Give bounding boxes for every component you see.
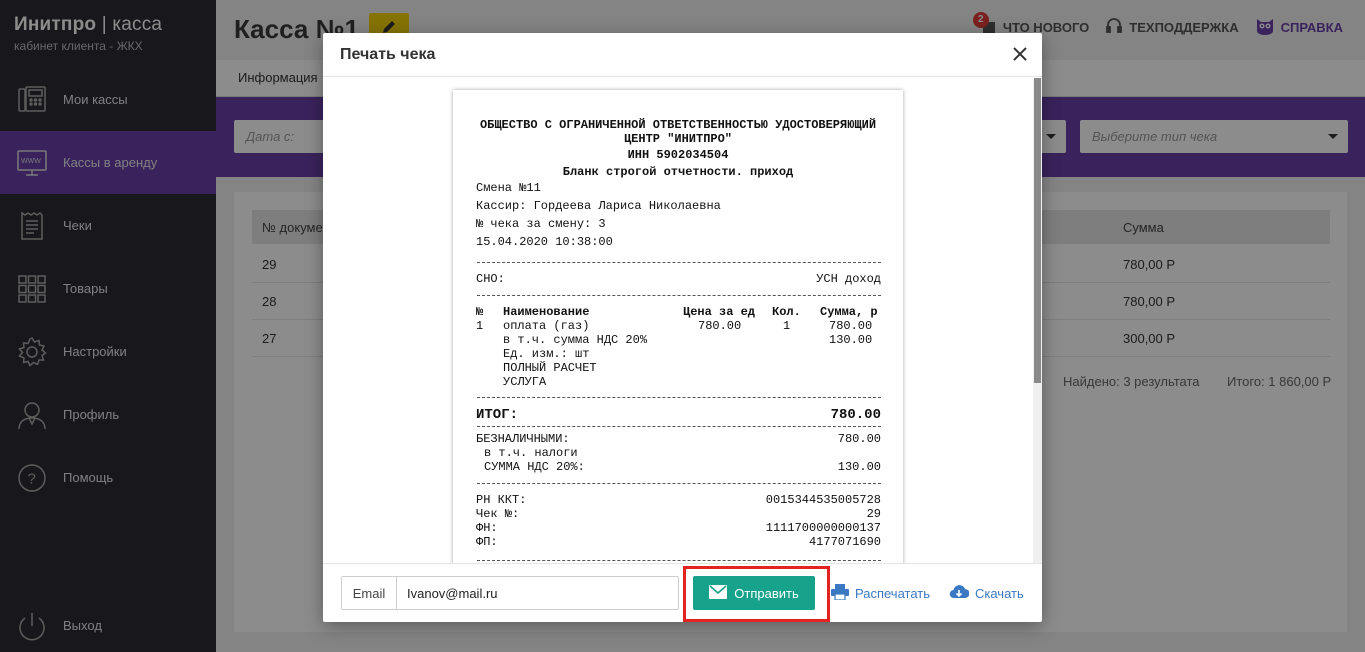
email-label: Email (342, 577, 397, 609)
modal-body[interactable]: ОБЩЕСТВО С ОГРАНИЧЕННОЙ ОТВЕТСТВЕННОСТЬЮ… (323, 78, 1042, 563)
receipt-vat-label: СУММА НДС 20%: (484, 460, 585, 474)
receipt-cashier: Кассир: Гордеева Лариса Николаевна (476, 199, 721, 213)
receipt-total-value: 780.00 (830, 407, 881, 423)
receipt-form-type: Бланк строгой отчетности. приход (562, 165, 794, 179)
receipt-item-vat-sum: 130.00 (829, 333, 873, 347)
receipt-fp-value: 4177071690 (808, 535, 881, 549)
close-button[interactable] (1010, 44, 1030, 64)
modal-scrollbar[interactable] (1033, 78, 1042, 563)
receipt-cashless-label: БЕЗНАЛИЧНЫМИ: (476, 432, 570, 446)
receipt-taxes-label: в т.ч. налоги (484, 446, 578, 460)
receipt-fn-label: ФН: (476, 521, 498, 535)
receipt-divider (477, 262, 881, 263)
send-label: Отправить (734, 585, 799, 601)
receipt-item-name: оплата (газ) (503, 319, 590, 333)
receipt-col-price: Цена за ед (683, 305, 756, 319)
close-icon (1013, 47, 1027, 61)
receipt-org-line2: ЦЕНТР "ИНИТПРО" (623, 132, 733, 146)
receipt-divider (477, 560, 881, 561)
receipt-col-name: Наименование (503, 305, 590, 319)
receipt-item-calc: ПОЛНЫЙ РАСЧЕТ (503, 361, 597, 375)
print-button[interactable]: Распечатать (831, 584, 930, 603)
receipt-preview: ОБЩЕСТВО С ОГРАНИЧЕННОЙ ОТВЕТСТВЕННОСТЬЮ… (453, 90, 903, 563)
receipt-org-line1: ОБЩЕСТВО С ОГРАНИЧЕННОЙ ОТВЕТСТВЕННОСТЬЮ… (479, 118, 877, 132)
modal-footer: Email Отправить Распечатать Скачать (323, 563, 1042, 622)
print-label: Распечатать (855, 586, 931, 601)
receipt-item-kind: УСЛУГА (503, 375, 547, 389)
download-button[interactable]: Скачать (949, 584, 1024, 603)
receipt-check-in-shift: № чека за смену: 3 (476, 217, 606, 231)
printer-icon (831, 584, 849, 603)
envelope-icon (709, 584, 728, 602)
receipt-check-label: Чек №: (476, 507, 520, 521)
receipt-inn: ИНН 5902034504 (627, 148, 729, 162)
receipt-fn-value: 1111700000000137 (765, 521, 881, 535)
receipt-item-no: 1 (476, 319, 484, 333)
download-label: Скачать (975, 586, 1024, 601)
receipt-item-sum: 780.00 (829, 319, 873, 333)
receipt-divider (477, 426, 881, 427)
receipt-sno-value: УСН доход (816, 272, 881, 286)
email-input[interactable] (397, 577, 678, 609)
receipt-datetime: 15.04.2020 10:38:00 (476, 235, 613, 249)
receipt-col-no: № (476, 305, 484, 319)
receipt-rn-label: РН ККТ: (476, 493, 527, 507)
scrollbar-thumb[interactable] (1034, 78, 1041, 383)
receipt-fp-label: ФП: (476, 535, 498, 549)
receipt-item-price: 780.00 (698, 319, 742, 333)
receipt-vat-value: 130.00 (837, 460, 881, 474)
receipt-rn-value: 0015344535005728 (765, 493, 881, 507)
receipt-item-unit: Ед. изм.: шт (503, 347, 590, 361)
receipt-divider (477, 295, 881, 296)
receipt-shift: Смена №11 (476, 181, 541, 195)
receipt-divider (477, 397, 881, 398)
email-group: Email (341, 576, 679, 610)
cloud-download-icon (949, 584, 970, 603)
print-receipt-modal: Печать чека ОБЩЕСТВО С ОГРАНИЧЕННОЙ ОТВЕ… (323, 33, 1042, 622)
receipt-col-sum: Сумма, р (820, 305, 878, 319)
receipt-col-qty: Кол. (772, 305, 801, 319)
receipt-check-value: 29 (866, 507, 881, 521)
receipt-sno-label: СНО: (476, 272, 505, 286)
receipt-cashless-value: 780.00 (837, 432, 881, 446)
receipt-divider (477, 483, 881, 484)
modal-header: Печать чека (323, 33, 1042, 77)
receipt-total-label: ИТОГ: (476, 407, 519, 423)
send-button[interactable]: Отправить (693, 576, 815, 610)
modal-title: Печать чека (340, 46, 436, 63)
receipt-item-qty: 1 (783, 319, 791, 333)
receipt-item-vat-line: в т.ч. сумма НДС 20% (503, 333, 648, 347)
